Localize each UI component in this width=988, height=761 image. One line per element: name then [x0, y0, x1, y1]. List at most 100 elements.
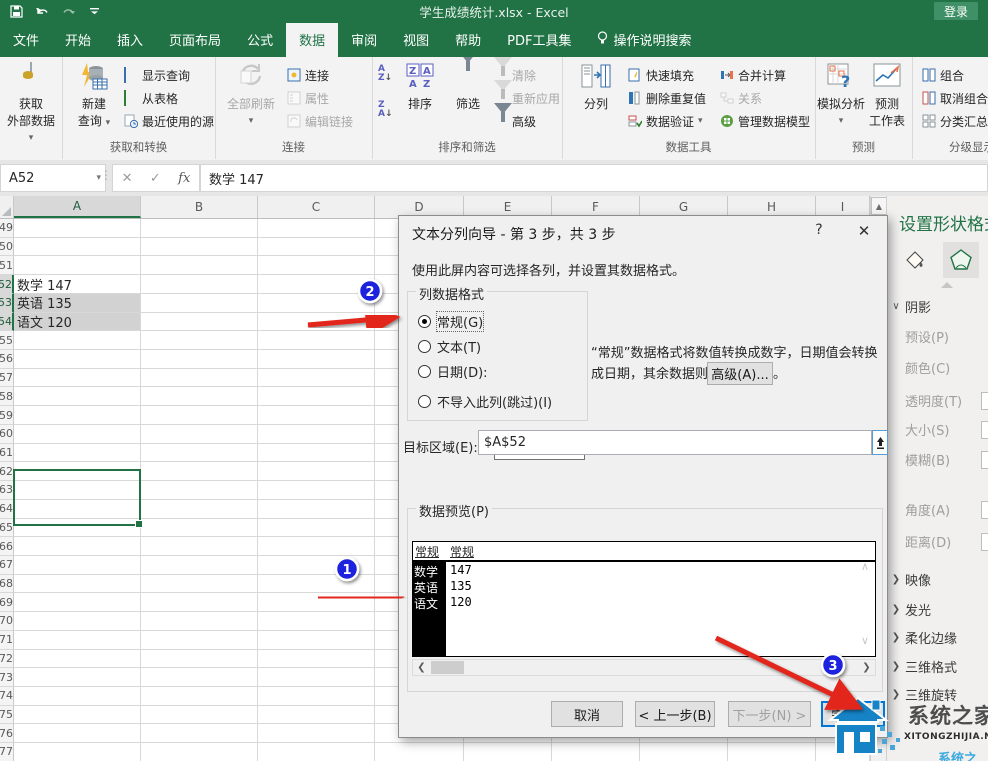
row-header-67[interactable]: 67 — [0, 556, 14, 575]
cell-D77[interactable] — [375, 743, 464, 761]
row-header-50[interactable]: 50 — [0, 238, 14, 257]
pane-item-6[interactable]: 距离(D) — [887, 531, 988, 551]
cell-C64[interactable] — [258, 500, 375, 519]
pane-section-1[interactable]: ❯发光 — [887, 599, 988, 619]
ungroup-button[interactable]: 取消组合 — [922, 88, 988, 108]
pane-item-5[interactable]: 角度(A) — [887, 499, 988, 519]
cell-B69[interactable] — [141, 593, 258, 612]
cell-C76[interactable] — [258, 724, 375, 743]
finish-button[interactable]: 完成(F) — [821, 701, 885, 727]
cell-C61[interactable] — [258, 444, 375, 463]
preview-horizontal-scrollbar[interactable]: ❮ ❯ — [412, 659, 876, 676]
tab-8[interactable]: 帮助 — [442, 23, 494, 57]
row-header-77[interactable]: 77 — [0, 743, 14, 761]
cell-A52[interactable]: 数学 147 — [14, 275, 141, 294]
cell-C60[interactable] — [258, 425, 375, 444]
cell-A58[interactable] — [14, 387, 141, 406]
cell-A59[interactable] — [14, 406, 141, 425]
pane-item-1[interactable]: 颜色(C) — [887, 357, 988, 377]
cell-C69[interactable] — [258, 593, 375, 612]
cell-B63[interactable] — [141, 481, 258, 500]
cell-A57[interactable] — [14, 369, 141, 388]
row-header-65[interactable]: 65 — [0, 519, 14, 538]
cell-C59[interactable] — [258, 406, 375, 425]
insert-function-icon[interactable]: fx — [178, 171, 190, 186]
cell-B55[interactable] — [141, 331, 258, 350]
cell-B54[interactable] — [141, 313, 258, 332]
cell-A65[interactable] — [14, 519, 141, 538]
cell-C58[interactable] — [258, 387, 375, 406]
sort-asc-button[interactable]: AZ↓ — [378, 65, 392, 83]
cell-C53[interactable] — [258, 294, 375, 313]
cell-B62[interactable] — [141, 462, 258, 481]
cell-B71[interactable] — [141, 631, 258, 650]
cell-E77[interactable] — [464, 743, 552, 761]
name-box[interactable]: A52 ▾ — [0, 164, 106, 192]
row-header-64[interactable]: 64 — [0, 500, 14, 519]
recent-sources-button[interactable]: 最近使用的源 — [124, 111, 214, 131]
group-button[interactable]: 组合 — [922, 65, 964, 85]
tab-5[interactable]: 数据 — [286, 23, 338, 57]
row-header-52[interactable]: 52 — [0, 275, 14, 294]
tab-4[interactable]: 公式 — [234, 23, 286, 57]
cell-C62[interactable] — [258, 462, 375, 481]
radio-text[interactable]: 文本(T) — [418, 337, 481, 356]
row-header-62[interactable]: 62 — [0, 462, 14, 481]
cell-A70[interactable] — [14, 612, 141, 631]
undo-icon[interactable] — [34, 5, 50, 19]
cell-C70[interactable] — [258, 612, 375, 631]
cell-B73[interactable] — [141, 668, 258, 687]
row-header-54[interactable]: 54 — [0, 313, 14, 332]
preview-col1-header[interactable]: 常规 — [413, 542, 448, 560]
pane-item-6-value-stub[interactable] — [981, 533, 988, 551]
row-header-55[interactable]: 55 — [0, 331, 14, 350]
cell-C54[interactable] — [258, 313, 375, 332]
what-if-analysis-button[interactable]: ? 模拟分析 ▾ — [817, 63, 865, 126]
column-header-C[interactable]: C — [258, 196, 375, 218]
scroll-right-icon[interactable]: ❯ — [858, 662, 875, 673]
new-query-button[interactable]: 新建 查询 ▾ — [70, 63, 118, 129]
cell-B74[interactable] — [141, 687, 258, 706]
tab-10[interactable]: 操作说明搜索 — [584, 23, 704, 57]
pane-item-4[interactable]: 模糊(B) — [887, 449, 988, 469]
row-header-59[interactable]: 59 — [0, 406, 14, 425]
cell-A69[interactable] — [14, 593, 141, 612]
cell-A53[interactable]: 英语 135 — [14, 294, 141, 313]
cell-A55[interactable] — [14, 331, 141, 350]
scroll-left-icon[interactable]: ❮ — [413, 662, 430, 673]
cell-A73[interactable] — [14, 668, 141, 687]
preview-scroll-down-icon[interactable]: ∨ — [861, 634, 869, 647]
pane-section-2[interactable]: ❯柔化边缘 — [887, 627, 988, 647]
cell-C50[interactable] — [258, 238, 375, 257]
cell-H77[interactable] — [728, 743, 816, 761]
forecast-sheet-button[interactable]: 预测 工作表 — [865, 63, 909, 129]
cell-C49[interactable] — [258, 219, 375, 238]
cell-B53[interactable] — [141, 294, 258, 313]
cell-I77[interactable] — [816, 743, 870, 761]
cell-B75[interactable] — [141, 706, 258, 725]
cell-B50[interactable] — [141, 238, 258, 257]
row-header-60[interactable]: 60 — [0, 425, 14, 444]
pane-item-0[interactable]: 预设(P) — [887, 326, 988, 346]
cell-G77[interactable] — [640, 743, 728, 761]
cell-B58[interactable] — [141, 387, 258, 406]
row-header-68[interactable]: 68 — [0, 575, 14, 594]
cell-B70[interactable] — [141, 612, 258, 631]
cell-B67[interactable] — [141, 556, 258, 575]
cell-B52[interactable] — [141, 275, 258, 294]
text-to-columns-button[interactable]: 分列 — [576, 63, 616, 112]
cell-A64[interactable] — [14, 500, 141, 519]
tab-1[interactable]: 开始 — [52, 23, 104, 57]
redo-icon[interactable] — [60, 5, 76, 19]
cell-A75[interactable] — [14, 706, 141, 725]
row-header-72[interactable]: 72 — [0, 650, 14, 669]
row-header-58[interactable]: 58 — [0, 387, 14, 406]
customize-qat-icon[interactable] — [86, 5, 102, 19]
radio-general[interactable]: 常规(G) — [418, 312, 483, 331]
cell-B66[interactable] — [141, 537, 258, 556]
cell-C77[interactable] — [258, 743, 375, 761]
cell-A61[interactable] — [14, 444, 141, 463]
filter-button[interactable]: 筛选 — [446, 63, 490, 112]
row-header-74[interactable]: 74 — [0, 687, 14, 706]
sort-desc-button[interactable]: ZA↓ — [378, 101, 393, 119]
